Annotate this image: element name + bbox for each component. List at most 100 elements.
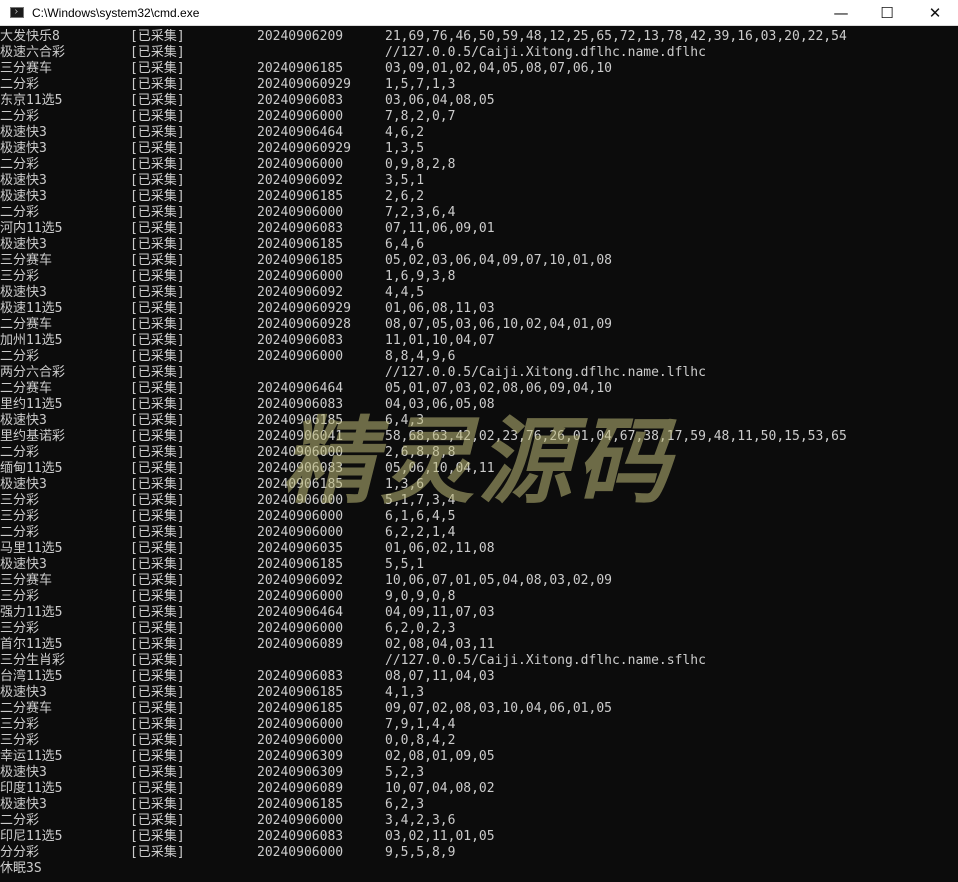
collect-status: [已采集]	[130, 29, 185, 44]
sleep-status-line: 休眠3S	[0, 861, 42, 876]
collect-status: [已采集]	[130, 493, 185, 508]
console-line: 三分彩 [已采集] 20240906000 1,6,9,3,8	[0, 269, 958, 285]
console-line: 幸运11选5 [已采集] 20240906309 02,08,01,09,05	[0, 749, 958, 765]
lottery-name: 二分彩	[0, 525, 40, 540]
collect-status: [已采集]	[130, 829, 185, 844]
collect-status: [已采集]	[130, 109, 185, 124]
lottery-name: 两分六合彩	[0, 365, 66, 380]
draw-numbers: 08,07,05,03,06,10,02,04,01,09	[385, 317, 612, 332]
console-line: 强力11选5 [已采集] 20240906464 04,09,11,07,03	[0, 605, 958, 621]
console-line: 三分彩 [已采集] 20240906000 9,0,9,0,8	[0, 589, 958, 605]
issue-number: 20240906000	[257, 349, 344, 364]
issue-number: 20240906309	[257, 749, 344, 764]
title-bar[interactable]: C:\Windows\system32\cmd.exe — ☐ ✕	[0, 0, 958, 26]
console-line: 三分赛车 [已采集] 20240906185 03,09,01,02,04,05,08…	[0, 61, 958, 77]
lottery-name: 大发快乐8	[0, 29, 60, 44]
issue-number: 20240906000	[257, 717, 344, 732]
issue-number: 202409060928	[257, 317, 351, 332]
lottery-name: 三分彩	[0, 621, 40, 636]
draw-numbers: //127.0.0.5/Caiji.Xitong.dflhc.name.sflh…	[385, 653, 706, 668]
lottery-name: 二分赛车	[0, 701, 53, 716]
draw-numbers: 3,4,2,3,6	[385, 813, 456, 828]
console-line: 极速快3 [已采集] 20240906092 4,4,5	[0, 285, 958, 301]
draw-numbers: 21,69,76,46,50,59,48,12,25,65,72,13,78,4…	[385, 29, 847, 44]
issue-number: 20240906185	[257, 797, 344, 812]
lottery-name: 极速快3	[0, 413, 47, 428]
draw-numbers: 1,5,7,1,3	[385, 77, 456, 92]
draw-numbers: 05,02,03,06,04,09,07,10,01,08	[385, 253, 612, 268]
maximize-button[interactable]: ☐	[864, 0, 910, 26]
draw-numbers: 1,3,6	[385, 477, 425, 492]
console-line: 极速快3 [已采集] 20240906185 4,1,3	[0, 685, 958, 701]
console-line: 极速六合彩 [已采集] //127.0.0.5/Caiji.Xitong.dflhc…	[0, 45, 958, 61]
collect-status: [已采集]	[130, 365, 185, 380]
collect-status: [已采集]	[130, 205, 185, 220]
draw-numbers: 58,68,63,42,02,23,76,26,01,04,67,38,17,5…	[385, 429, 847, 444]
draw-numbers: //127.0.0.5/Caiji.Xitong.dflhc.name.lflh…	[385, 365, 706, 380]
console-line: 二分彩 [已采集] 20240906000 0,9,8,2,8	[0, 157, 958, 173]
draw-numbers: 7,8,2,0,7	[385, 109, 456, 124]
issue-number: 20240906000	[257, 109, 344, 124]
lottery-name: 三分彩	[0, 493, 40, 508]
lottery-name: 三分彩	[0, 717, 40, 732]
lottery-name: 极速快3	[0, 765, 47, 780]
collect-status: [已采集]	[130, 413, 185, 428]
collect-status: [已采集]	[130, 45, 185, 60]
draw-numbers: 6,2,3	[385, 797, 425, 812]
lottery-name: 马里11选5	[0, 541, 63, 556]
lottery-name: 台湾11选5	[0, 669, 63, 684]
issue-number: 20240906083	[257, 461, 344, 476]
issue-number: 20240906185	[257, 189, 344, 204]
lottery-name: 极速11选5	[0, 301, 63, 316]
draw-numbers: 7,9,1,4,4	[385, 717, 456, 732]
console-line: 东京11选5 [已采集] 20240906083 03,06,04,08,05	[0, 93, 958, 109]
collect-status: [已采集]	[130, 749, 185, 764]
lottery-name: 极速快3	[0, 285, 47, 300]
issue-number: 20240906000	[257, 845, 344, 860]
issue-number: 202409060929	[257, 301, 351, 316]
console-line: 极速快3 [已采集] 20240906185 5,5,1	[0, 557, 958, 573]
close-button[interactable]: ✕	[912, 0, 958, 26]
draw-numbers: 07,11,06,09,01	[385, 221, 495, 236]
collect-status: [已采集]	[130, 189, 185, 204]
console-line: 极速快3 [已采集] 20240906309 5,2,3	[0, 765, 958, 781]
console-line: 二分彩 [已采集] 20240906000 6,2,2,1,4	[0, 525, 958, 541]
collect-status: [已采集]	[130, 765, 185, 780]
lottery-name: 二分彩	[0, 445, 40, 460]
draw-numbers: 9,0,9,0,8	[385, 589, 456, 604]
window-title: C:\Windows\system32\cmd.exe	[32, 6, 200, 20]
minimize-button[interactable]: —	[818, 0, 864, 26]
console-line: 二分赛车 [已采集] 20240906464 05,01,07,03,02,08,06…	[0, 381, 958, 397]
lottery-name: 幸运11选5	[0, 749, 63, 764]
draw-numbers: 4,4,5	[385, 285, 425, 300]
draw-numbers: 2,6,8,8,8	[385, 445, 456, 460]
console-line: 两分六合彩 [已采集] //127.0.0.5/Caiji.Xitong.dflhc…	[0, 365, 958, 381]
issue-number: 20240906000	[257, 525, 344, 540]
collect-status: [已采集]	[130, 557, 185, 572]
draw-numbers: 6,4,6	[385, 237, 425, 252]
issue-number: 20240906185	[257, 61, 344, 76]
draw-numbers: 04,03,06,05,08	[385, 397, 495, 412]
console-line: 三分彩 [已采集] 20240906000 6,2,0,2,3	[0, 621, 958, 637]
lottery-name: 印度11选5	[0, 781, 63, 796]
draw-numbers: 08,07,11,04,03	[385, 669, 495, 684]
console-line: 大发快乐8 [已采集] 20240906209 21,69,76,46,50,59,4…	[0, 29, 958, 45]
draw-numbers: 10,07,04,08,02	[385, 781, 495, 796]
console-line: 极速快3 [已采集] 20240906185 6,2,3	[0, 797, 958, 813]
draw-numbers: 05,06,10,04,11	[385, 461, 495, 476]
collect-status: [已采集]	[130, 701, 185, 716]
issue-number: 20240906083	[257, 333, 344, 348]
draw-numbers: 02,08,01,09,05	[385, 749, 495, 764]
draw-numbers: 04,09,11,07,03	[385, 605, 495, 620]
draw-numbers: 6,2,2,1,4	[385, 525, 456, 540]
collect-status: [已采集]	[130, 717, 185, 732]
lottery-name: 二分彩	[0, 77, 40, 92]
console-output[interactable]: 大发快乐8 [已采集] 20240906209 21,69,76,46,50,59,4…	[0, 29, 958, 882]
draw-numbers: 03,09,01,02,04,05,08,07,06,10	[385, 61, 612, 76]
draw-numbers: 1,3,5	[385, 141, 425, 156]
console-line: 二分彩 [已采集] 20240906000 8,8,4,9,6	[0, 349, 958, 365]
lottery-name: 极速快3	[0, 141, 47, 156]
collect-status: [已采集]	[130, 589, 185, 604]
draw-numbers: 3,5,1	[385, 173, 425, 188]
draw-numbers: 5,5,1	[385, 557, 425, 572]
